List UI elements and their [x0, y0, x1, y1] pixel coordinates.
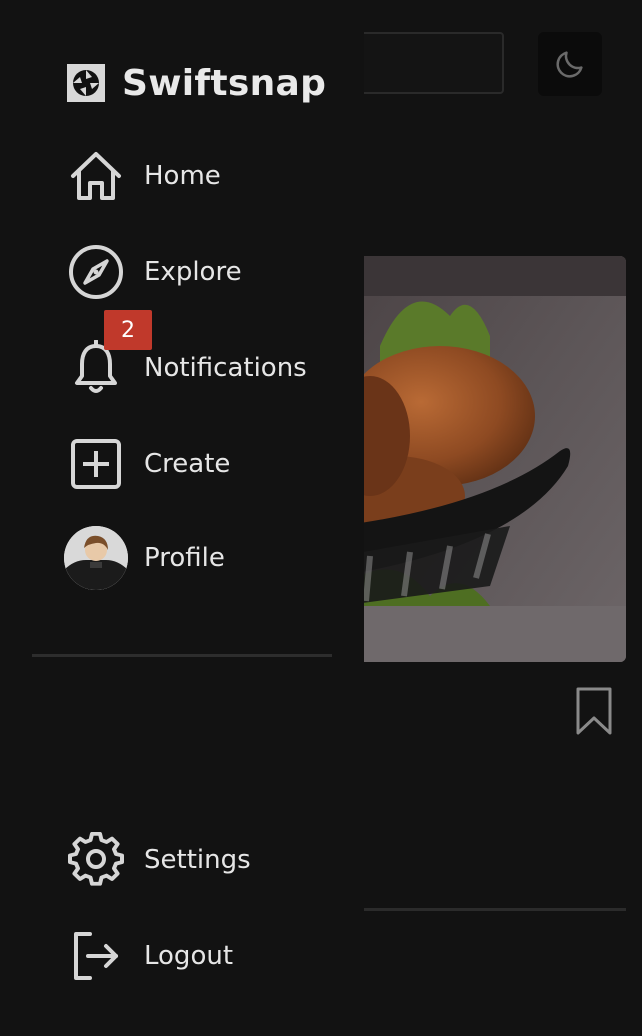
logout-icon [74, 932, 118, 980]
nav-item-home[interactable]: Home [66, 146, 221, 206]
notifications-badge: 2 [104, 310, 152, 350]
nav-label-explore: Explore [144, 257, 242, 287]
app-name: Swiftsnap [122, 62, 327, 104]
nav-label-profile: Profile [144, 543, 225, 573]
camera-shutter-icon [67, 64, 105, 102]
nav-item-profile[interactable]: Profile [64, 526, 225, 590]
nav-label-create: Create [144, 449, 231, 479]
nav-label-notifications: Notifications [144, 353, 307, 383]
post-image[interactable] [340, 256, 626, 662]
compass-icon [69, 245, 123, 299]
drawer-divider [32, 654, 332, 657]
bookmark-button[interactable] [574, 686, 614, 736]
post-divider [340, 908, 626, 911]
nav-label-home: Home [144, 161, 221, 191]
bookmark-icon [576, 687, 612, 735]
nav-item-notifications[interactable]: 2 Notifications [66, 310, 307, 398]
brand[interactable]: Swiftsnap [66, 62, 326, 104]
nav-item-explore[interactable]: Explore [66, 242, 242, 302]
gear-icon [68, 832, 124, 886]
theme-toggle-button[interactable] [538, 32, 602, 96]
nav-item-settings[interactable]: Settings [66, 830, 251, 890]
moon-icon [556, 51, 583, 78]
nav-label-logout: Logout [144, 941, 234, 971]
nav-label-settings: Settings [144, 845, 251, 875]
nav-item-create[interactable]: Create [66, 434, 230, 494]
home-icon [71, 152, 121, 200]
nav-item-logout[interactable]: Logout [66, 926, 233, 986]
avatar [64, 526, 128, 590]
plus-square-icon [71, 439, 121, 489]
navigation-drawer: Swiftsnap Home Explore 2 Notifications C… [0, 0, 364, 1036]
